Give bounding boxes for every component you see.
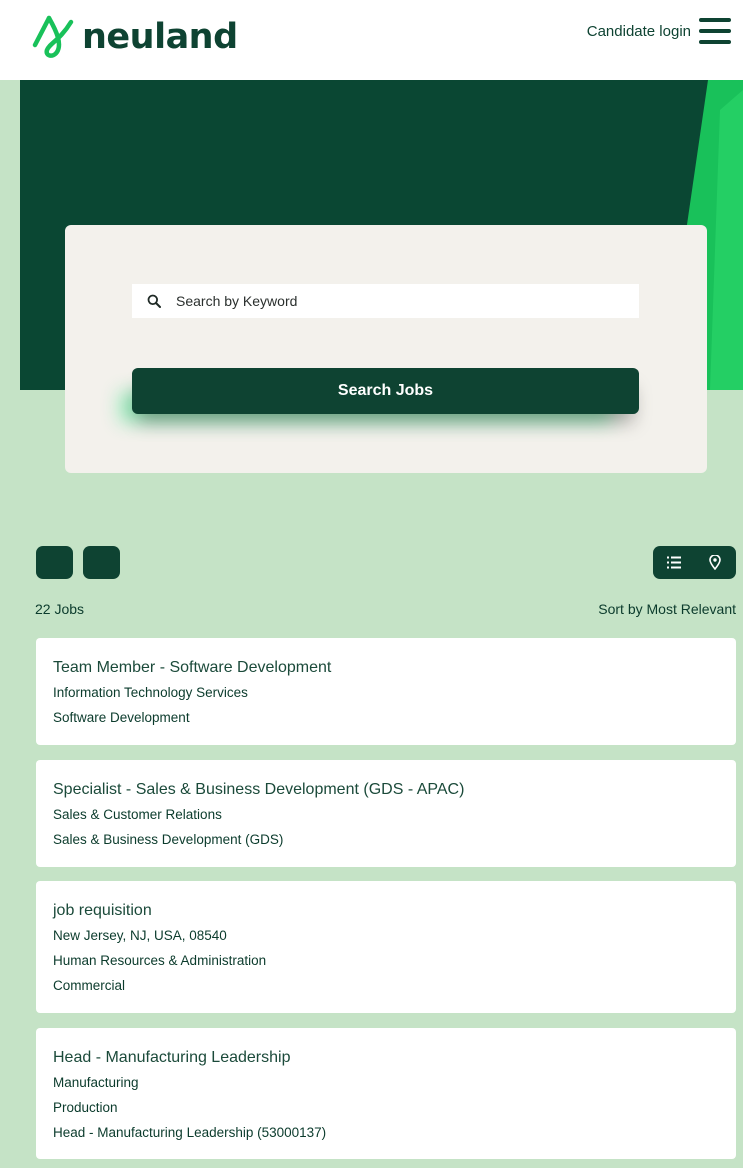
job-detail: Human Resources & Administration [53,953,267,968]
neuland-logo-icon [32,15,74,58]
job-detail: Sales & Customer Relations [53,807,222,822]
job-title[interactable]: Team Member - Software Development [53,658,719,677]
job-title[interactable]: job requisition [53,901,719,920]
search-icon [132,294,176,308]
map-view-button[interactable] [695,546,737,579]
jobs-count: 22 Jobs [35,601,85,617]
filter-button-1[interactable] [36,546,73,579]
sort-dropdown[interactable]: Sort by Most Relevant [598,601,736,617]
view-toggle [653,546,736,579]
list-view-icon [666,556,681,569]
map-pin-icon [709,555,722,570]
job-card[interactable]: Specialist - Sales & Business Developmen… [36,760,736,867]
job-detail: Manufacturing [53,1075,139,1090]
job-detail: Head - Manufacturing Leadership (5300013… [53,1125,327,1140]
job-title[interactable]: Head - Manufacturing Leadership [53,1048,719,1067]
list-view-button[interactable] [653,546,695,579]
job-detail: Sales & Business Development (GDS) [53,832,284,847]
job-detail: New Jersey, NJ, USA, 08540 [53,928,227,943]
header-actions: Candidate login [587,18,731,44]
job-detail: Software Development [53,710,190,725]
search-box [132,284,639,318]
job-card[interactable]: Team Member - Software Development Infor… [36,638,736,745]
filter-button-2[interactable] [83,546,120,579]
job-title[interactable]: Specialist - Sales & Business Developmen… [53,780,719,799]
job-card[interactable]: job requisition New Jersey, NJ, USA, 085… [36,881,736,1013]
neuland-logo[interactable]: neuland [32,12,238,62]
job-detail: Information Technology Services [53,685,248,700]
search-card: Search Jobs [65,225,707,473]
keyword-search-input[interactable] [176,284,639,318]
job-card[interactable]: Head - Manufacturing Leadership Manufact… [36,1028,736,1159]
job-detail: Production [53,1100,118,1115]
job-detail: Commercial [53,978,126,993]
hamburger-menu-icon[interactable] [699,18,731,44]
site-header: neuland Candidate login [0,0,743,80]
logo-text: neuland [82,17,238,57]
candidate-login-link[interactable]: Candidate login [587,23,691,40]
search-jobs-button[interactable]: Search Jobs [132,368,639,414]
